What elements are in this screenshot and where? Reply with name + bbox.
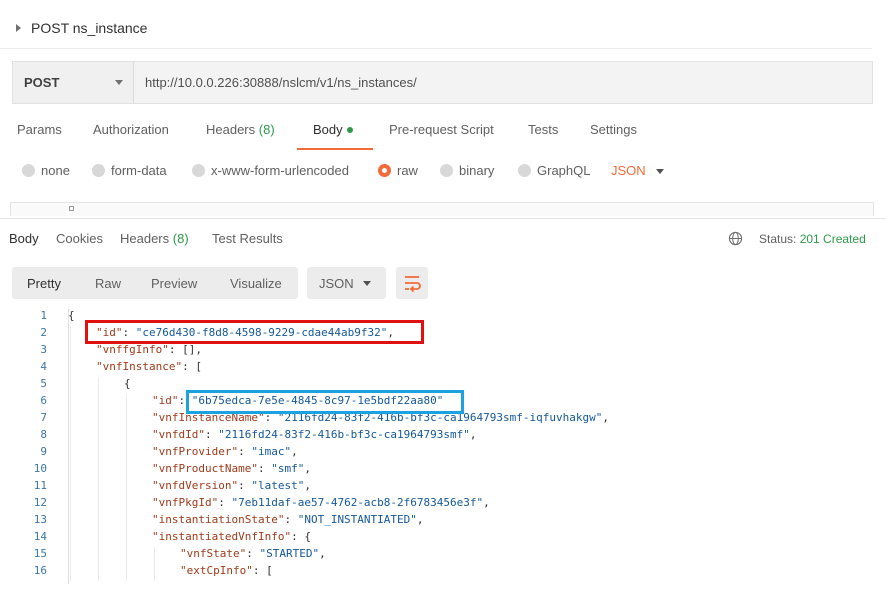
line-number: 9 (40, 445, 47, 458)
response-tab-body[interactable]: Body (9, 231, 39, 246)
url-input[interactable]: http://10.0.0.226:30888/nslcm/v1/ns_inst… (145, 75, 417, 90)
highlight-box-red (85, 320, 424, 344)
line-number: 14 (33, 530, 47, 543)
view-raw-button[interactable]: Raw (95, 276, 121, 291)
radio-binary[interactable] (440, 164, 453, 177)
code-line: "vnfdId": "2116fd24-83f2-416b-bf3c-ca196… (152, 428, 477, 441)
response-tab-cookies[interactable]: Cookies (56, 231, 103, 246)
chevron-down-icon (363, 281, 371, 286)
code-line: "vnfPkgId": "7eb11daf-ae57-4762-acb8-2f6… (152, 496, 490, 509)
collapse-caret-icon[interactable] (16, 24, 21, 32)
chevron-down-icon[interactable] (656, 169, 664, 174)
status-value: 201 Created (799, 232, 866, 246)
radio-none-label[interactable]: none (41, 163, 70, 178)
fold-marker-icon (69, 206, 74, 211)
line-number: 12 (33, 496, 47, 509)
view-visualize-button[interactable]: Visualize (230, 276, 282, 291)
indent-guide (98, 377, 99, 581)
tab-body[interactable]: Body (313, 122, 353, 150)
indent-guide (70, 326, 71, 581)
radio-urlencoded[interactable] (192, 164, 205, 177)
body-format-select[interactable]: JSON (611, 163, 646, 178)
highlight-box-blue (186, 390, 464, 414)
tab-params[interactable]: Params (17, 122, 62, 150)
tab-authorization[interactable]: Authorization (93, 122, 169, 150)
request-title-row[interactable]: POST ns_instance (0, 0, 886, 48)
code-line: "vnfProductName": "smf", (152, 462, 311, 475)
code-line: "vnfState": "STARTED", (180, 547, 326, 560)
request-tabs: Params Authorization Headers (8) Body Pr… (0, 122, 886, 152)
line-number: 2 (40, 326, 47, 339)
line-number: 5 (40, 377, 47, 390)
indent-guide (126, 394, 127, 581)
method-select[interactable]: POST (13, 62, 134, 103)
radio-graphql-label[interactable]: GraphQL (537, 163, 590, 178)
tab-pre-request-script[interactable]: Pre-request Script (389, 122, 494, 150)
wrap-lines-icon (405, 276, 421, 293)
line-number: 3 (40, 343, 47, 356)
radio-binary-label[interactable]: binary (459, 163, 494, 178)
response-body-viewer[interactable]: 1{2 "id": "ce76d430-f8d8-4598-9229-cdae44… (0, 309, 886, 590)
line-number: 1 (40, 309, 47, 322)
line-number: 7 (40, 411, 47, 424)
radio-urlencoded-label[interactable]: x-www-form-urlencoded (211, 163, 349, 178)
code-line: "instantiationState": "NOT_INSTANTIATED"… (152, 513, 424, 526)
method-label: POST (24, 75, 60, 90)
line-number: 8 (40, 428, 47, 441)
tab-settings[interactable]: Settings (590, 122, 637, 150)
response-view-modes: Pretty Raw Preview Visualize (12, 267, 298, 299)
response-format-select[interactable]: JSON (307, 267, 386, 299)
pane-divider[interactable] (0, 218, 886, 219)
radio-none[interactable] (22, 164, 35, 177)
code-line: "extCpInfo": [ (180, 564, 273, 577)
response-status: Status: 201 Created (759, 232, 866, 246)
request-title: POST ns_instance (31, 20, 148, 36)
chevron-down-icon (115, 80, 123, 85)
body-type-options: none form-data x-www-form-urlencoded raw… (0, 161, 886, 183)
line-number: 10 (33, 462, 47, 475)
wrap-lines-button[interactable] (396, 267, 428, 299)
tab-body-label: Body (313, 122, 343, 137)
code-line: "vnfdVersion": "latest", (152, 479, 311, 492)
request-body-editor[interactable] (10, 202, 874, 216)
url-bar: POST http://10.0.0.226:30888/nslcm/v1/ns… (12, 61, 873, 104)
globe-icon[interactable] (728, 231, 743, 246)
line-number: 16 (33, 564, 47, 577)
response-tab-headers-label: Headers (120, 231, 170, 246)
code-line: "vnfInstance": [ (96, 360, 202, 373)
response-tab-headers[interactable]: Headers (8) (120, 231, 189, 246)
radio-raw-label[interactable]: raw (397, 163, 418, 178)
headers-count-badge: (8) (258, 122, 275, 137)
code-line: "instantiatedVnfInfo": { (152, 530, 311, 543)
tab-tests[interactable]: Tests (528, 122, 558, 150)
line-number: 11 (33, 479, 47, 492)
gutter-divider (68, 309, 69, 584)
view-preview-button[interactable]: Preview (151, 276, 197, 291)
radio-form-data[interactable] (92, 164, 105, 177)
response-tab-test-results[interactable]: Test Results (212, 231, 283, 246)
code-line: "vnfProvider": "imac", (152, 445, 298, 458)
divider (0, 48, 872, 49)
line-number: 4 (40, 360, 47, 373)
response-format-label: JSON (319, 276, 354, 291)
view-pretty-button[interactable]: Pretty (27, 276, 61, 291)
active-tab-indicator (297, 148, 373, 150)
line-number: 13 (33, 513, 47, 526)
status-label: Status: (759, 232, 797, 246)
radio-raw[interactable] (378, 164, 391, 177)
response-headers-count-badge: (8) (172, 231, 189, 246)
tab-headers-label: Headers (206, 122, 256, 137)
code-line: { (68, 309, 75, 322)
radio-form-data-label[interactable]: form-data (111, 163, 167, 178)
response-tabs: Body Cookies Headers (8) Test Results St… (0, 231, 886, 253)
code-line: "vnffgInfo": [], (96, 343, 202, 356)
code-line: { (124, 377, 131, 390)
radio-graphql[interactable] (518, 164, 531, 177)
body-modified-dot-icon (346, 126, 353, 133)
line-number: 6 (40, 394, 47, 407)
line-number: 15 (33, 547, 47, 560)
indent-guide (154, 547, 155, 581)
tab-headers[interactable]: Headers (8) (206, 122, 275, 150)
